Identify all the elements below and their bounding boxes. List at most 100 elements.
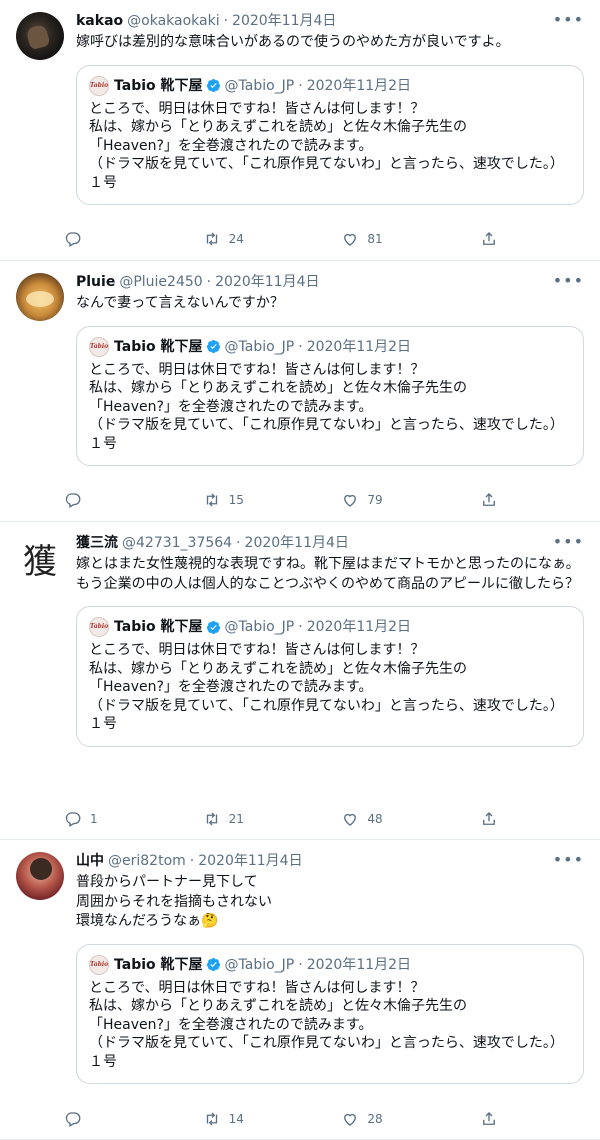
more-icon[interactable]: ••• [553,271,584,290]
author-name[interactable]: Pluie [76,273,115,291]
more-icon[interactable]: ••• [553,532,584,551]
more-icon[interactable]: ••• [553,850,584,869]
tweet-header: kakao @okakaokaki · 2020年11月4日 [76,12,584,30]
like-icon [344,1113,357,1126]
tweet-actions: 15 79 [64,491,500,509]
quoted-tweet[interactable]: Tabio Tabio 靴下屋 @Tabio_JP · 2020年11月2日 と… [76,943,584,1084]
quoted-avatar: Tabio [89,954,109,975]
retweet-button[interactable]: 14 [203,1110,313,1128]
author-handle[interactable]: @okakaokaki [127,12,219,30]
author-name[interactable]: kakao [76,12,123,30]
like-count: 79 [367,493,383,507]
retweet-button[interactable]: 15 [203,491,313,509]
separator-dot: · [298,619,303,635]
quoted-avatar: Tabio [89,617,109,637]
reply-count: 1 [90,812,98,826]
verified-badge-icon [206,339,220,354]
author-handle[interactable]: @eri82tom [108,852,186,870]
tweet-text: 嫁とはまた女性蔑視的な表現ですね。靴下屋はまだマトモかと思ったのになぁ。 もう企… [76,556,580,592]
like-button[interactable]: 48 [341,810,451,828]
tweet-actions: 24 81 [64,230,500,248]
tweet-date[interactable]: 2020年11月4日 [245,534,349,552]
retweet-count: 14 [228,1112,244,1126]
tweet[interactable]: 山中 @eri82tom · 2020年11月4日 ••• 普段からパートナー見… [0,840,600,1140]
quoted-tweet[interactable]: Tabio Tabio 靴下屋 @Tabio_JP · 2020年11月2日 と… [76,606,584,747]
like-count: 48 [367,812,383,826]
reply-icon [65,812,81,827]
quoted-tweet-text: ところで、明日は休日ですね！皆さんは何します！？ 私は、嫁から「とりあえずこれを… [89,361,564,452]
tweet-text: 嫁呼びは差別的な意味合いがあるので使うのやめた方が良いですよ。 [76,34,510,50]
tweet-date[interactable]: 2020年11月4日 [198,852,302,870]
retweet-count: 15 [228,493,244,507]
share-button[interactable] [480,810,500,828]
avatar[interactable] [16,273,64,321]
separator-dot: · [298,77,303,94]
like-icon [344,813,357,826]
like-count: 81 [367,232,383,246]
quoted-tweet[interactable]: Tabio Tabio 靴下屋 @Tabio_JP · 2020年11月2日 と… [76,325,584,466]
tweet-text: 普段からパートナー見下して 周囲からそれを指摘もされない 環境なんだろうなぁ🤔 [76,874,272,929]
verified-badge-icon [206,620,220,634]
reply-button[interactable] [64,1110,174,1128]
tweet-date[interactable]: 2020年11月4日 [232,12,336,30]
author-name[interactable]: 獲三流 [76,534,118,552]
reply-icon [65,1112,81,1127]
like-button[interactable]: 28 [341,1110,451,1128]
quoted-tweet-header: Tabio Tabio 靴下屋 @Tabio_JP · 2020年11月2日 [89,617,571,637]
quoted-author-handle: @Tabio_JP [224,338,295,355]
retweet-button[interactable]: 24 [203,230,313,248]
reply-button[interactable]: 1 [64,810,174,828]
share-icon [483,812,495,825]
like-button[interactable]: 81 [341,230,451,248]
reply-icon [65,493,81,508]
retweet-icon [206,493,217,507]
more-icon[interactable]: ••• [553,10,584,29]
share-button[interactable] [480,230,500,248]
separator-dot: · [298,956,303,973]
quoted-author-name: Tabio 靴下屋 [114,338,203,355]
verified-badge-icon [206,78,220,93]
tweet[interactable]: 獲 獲三流 @42731_37564 · 2020年11月4日 ••• 嫁とはま… [0,522,600,840]
like-button[interactable]: 79 [341,491,451,509]
tweet-header: Pluie @Pluie2450 · 2020年11月4日 [76,273,584,291]
share-button[interactable] [480,491,500,509]
tweet[interactable]: kakao @okakaokaki · 2020年11月4日 ••• 嫁呼びは差… [0,0,600,261]
quoted-date: 2020年11月2日 [306,619,412,635]
avatar[interactable]: 獲 [16,534,64,582]
separator-dot: · [189,853,195,869]
quoted-date: 2020年11月2日 [306,338,412,355]
reply-button[interactable] [64,491,174,509]
retweet-button[interactable]: 21 [203,810,313,828]
author-name[interactable]: 山中 [76,852,104,870]
quoted-tweet-text: ところで、明日は休日ですね！皆さんは何します！？ 私は、嫁から「とりあえずこれを… [89,100,564,191]
separator-dot: · [206,274,212,290]
tweet-date[interactable]: 2020年11月4日 [215,273,319,291]
tweet-actions: 1 21 48 [64,810,500,828]
quoted-avatar: Tabio [89,75,109,96]
tweet-header: 山中 @eri82tom · 2020年11月4日 [76,852,584,870]
share-icon [483,1112,495,1125]
tweet[interactable]: Pluie @Pluie2450 · 2020年11月4日 ••• なんで妻って… [0,261,600,522]
like-icon [344,233,357,246]
retweet-count: 24 [228,232,244,246]
author-handle[interactable]: @Pluie2450 [119,273,202,291]
quoted-date: 2020年11月2日 [306,956,412,973]
quoted-author-name: Tabio 靴下屋 [114,956,203,973]
quoted-tweet[interactable]: Tabio Tabio 靴下屋 @Tabio_JP · 2020年11月2日 と… [76,64,584,205]
like-count: 28 [367,1112,383,1126]
quoted-tweet-header: Tabio Tabio 靴下屋 @Tabio_JP · 2020年11月2日 [89,336,571,357]
separator-dot: · [298,338,303,355]
quoted-author-handle: @Tabio_JP [224,619,295,635]
share-button[interactable] [480,1110,500,1128]
quoted-date: 2020年11月2日 [306,77,412,94]
avatar[interactable] [16,852,64,900]
avatar[interactable] [16,12,64,60]
reply-button[interactable] [64,230,174,248]
verified-badge-icon [206,957,220,972]
tweet-text: なんで妻って言えないんですか？ [76,295,284,311]
quoted-author-handle: @Tabio_JP [224,956,295,973]
author-handle[interactable]: @42731_37564 [122,534,232,552]
tweet-actions: 14 28 [64,1110,500,1128]
quoted-author-name: Tabio 靴下屋 [114,619,203,635]
quoted-tweet-header: Tabio Tabio 靴下屋 @Tabio_JP · 2020年11月2日 [89,954,571,975]
